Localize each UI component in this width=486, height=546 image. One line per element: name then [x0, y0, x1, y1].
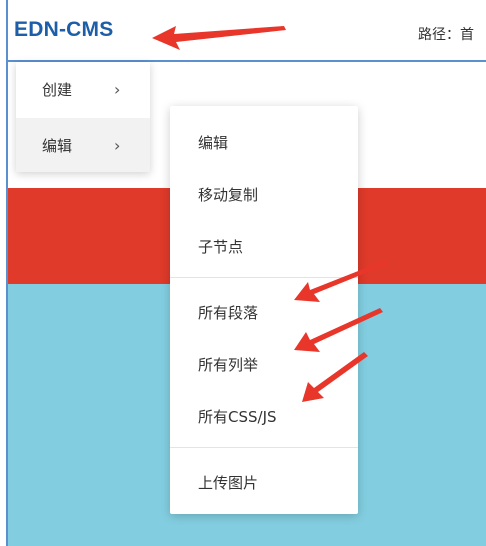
- app-logo[interactable]: EDN-CMS: [14, 18, 113, 42]
- menu-item-label: 创建: [42, 80, 73, 99]
- menu-divider: [170, 277, 358, 278]
- breadcrumb: 路径：首: [418, 27, 474, 43]
- menu-item-label: 编辑: [42, 136, 73, 155]
- edit-submenu: 编辑 移动复制 子节点 所有段落 所有列举 所有CSS/JS 上传图片: [170, 106, 358, 514]
- submenu-item-move-copy[interactable]: 移动复制: [170, 168, 358, 220]
- submenu-item-child-nodes[interactable]: 子节点: [170, 220, 358, 272]
- chevron-right-icon: ›: [114, 80, 121, 99]
- top-bar: EDN-CMS 路径：首: [8, 0, 486, 62]
- chevron-right-icon: ›: [114, 136, 121, 155]
- submenu-item-all-lists[interactable]: 所有列举: [170, 338, 358, 390]
- submenu-item-all-css-js[interactable]: 所有CSS/JS: [170, 390, 358, 442]
- submenu-item-upload-image[interactable]: 上传图片: [170, 456, 358, 508]
- menu-item-edit[interactable]: 编辑 ›: [16, 118, 150, 172]
- submenu-item-all-paragraphs[interactable]: 所有段落: [170, 286, 358, 338]
- main-menu: 创建 › 编辑 ›: [16, 62, 150, 172]
- menu-item-create[interactable]: 创建 ›: [16, 62, 150, 116]
- menu-divider: [170, 447, 358, 448]
- submenu-item-edit[interactable]: 编辑: [170, 116, 358, 168]
